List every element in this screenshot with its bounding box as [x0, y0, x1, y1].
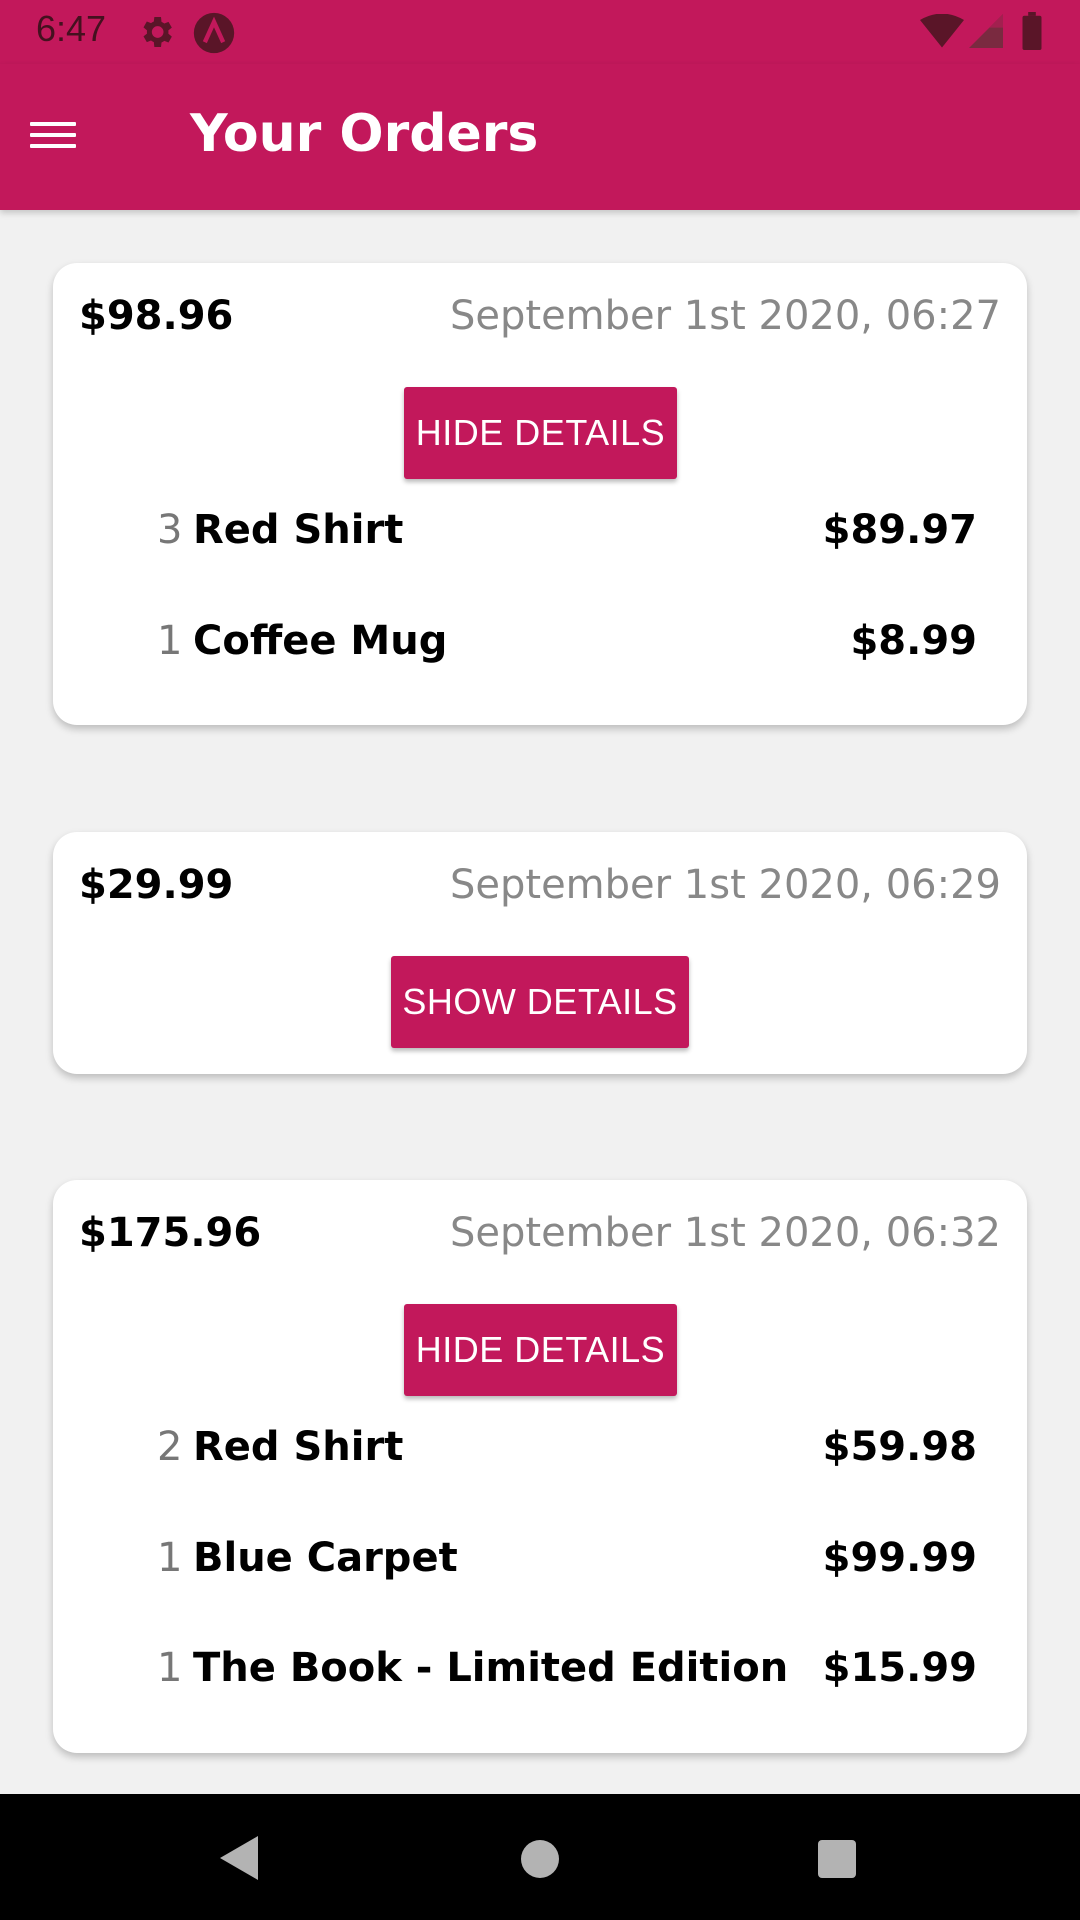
item-price: $89.97 — [822, 507, 977, 553]
order-date: September 1st 2020, 06:32 — [450, 1210, 1001, 1256]
order-card: $29.99 September 1st 2020, 06:29 SHOW DE… — [53, 832, 1027, 1074]
wifi-icon — [920, 14, 964, 48]
list-item: 1 The Book - Limited Edition $15.99 — [157, 1645, 977, 1705]
item-name: Red Shirt — [193, 1424, 404, 1470]
item-quantity: 1 — [157, 1535, 183, 1581]
signal-icon — [969, 14, 1003, 48]
item-name: Blue Carpet — [193, 1535, 458, 1581]
page-title: Your Orders — [190, 104, 539, 164]
order-total: $29.99 — [79, 862, 234, 908]
battery-icon — [1022, 12, 1042, 50]
hide-details-button[interactable]: HIDE DETAILS — [404, 387, 677, 479]
item-price: $15.99 — [822, 1645, 977, 1691]
hide-details-button[interactable]: HIDE DETAILS — [404, 1304, 677, 1396]
item-quantity: 3 — [157, 507, 183, 553]
order-date: September 1st 2020, 06:27 — [450, 293, 1001, 339]
menu-icon[interactable] — [22, 110, 84, 160]
recents-icon[interactable] — [818, 1840, 856, 1878]
back-icon[interactable] — [216, 1834, 260, 1882]
list-item: 2 Red Shirt $59.98 — [157, 1424, 977, 1484]
order-date: September 1st 2020, 06:29 — [450, 862, 1001, 908]
item-price: $8.99 — [850, 618, 977, 664]
order-total: $98.96 — [79, 293, 234, 339]
show-details-button[interactable]: SHOW DETAILS — [391, 956, 689, 1048]
order-card: $98.96 September 1st 2020, 06:27 HIDE DE… — [53, 263, 1027, 725]
status-time: 6:47 — [36, 8, 107, 49]
status-bar: 6:47 — [0, 0, 1080, 64]
item-name: Red Shirt — [193, 507, 404, 553]
a-icon — [193, 12, 235, 54]
app-bar: Your Orders — [0, 64, 1080, 210]
list-item: 1 Coffee Mug $8.99 — [157, 618, 977, 678]
item-name: The Book - Limited Edition — [193, 1645, 789, 1691]
item-name: Coffee Mug — [193, 618, 448, 664]
list-item: 3 Red Shirt $89.97 — [157, 507, 977, 567]
item-price: $99.99 — [822, 1535, 977, 1581]
item-price: $59.98 — [822, 1424, 977, 1470]
item-quantity: 1 — [157, 618, 183, 664]
item-quantity: 2 — [157, 1424, 183, 1470]
list-item: 1 Blue Carpet $99.99 — [157, 1535, 977, 1595]
home-icon[interactable] — [521, 1840, 559, 1878]
navigation-bar — [0, 1794, 1080, 1920]
gear-icon — [143, 17, 172, 47]
order-total: $175.96 — [79, 1210, 262, 1256]
item-quantity: 1 — [157, 1645, 183, 1691]
order-card: $175.96 September 1st 2020, 06:32 HIDE D… — [53, 1180, 1027, 1753]
